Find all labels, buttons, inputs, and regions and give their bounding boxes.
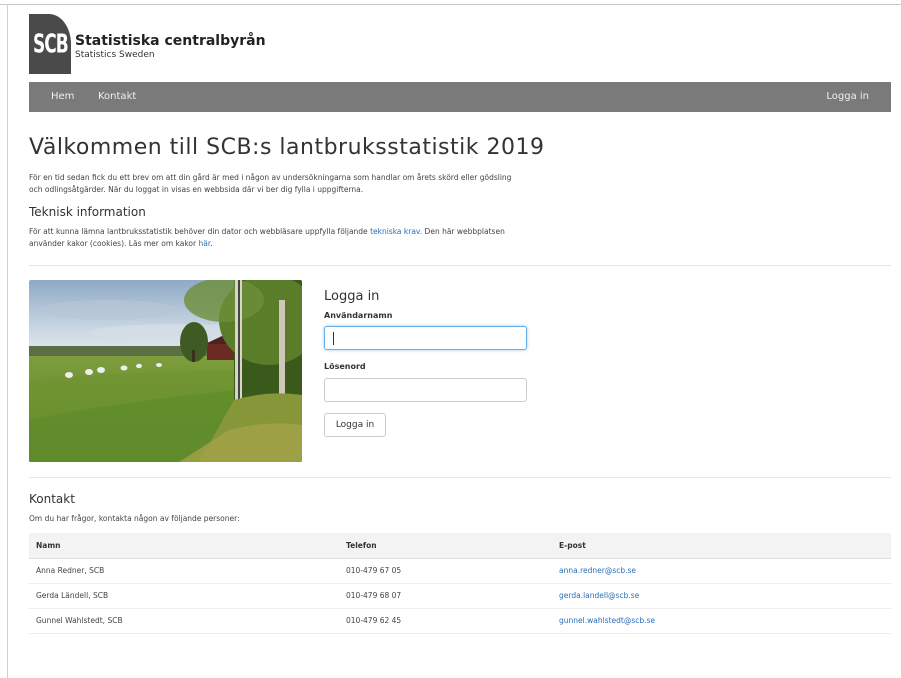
- contact-name: Gerda Ländell, SCB: [29, 583, 339, 609]
- logo-text: SCB: [33, 30, 69, 60]
- intro-line-1: För en tid sedan fick du ett brev om att…: [29, 173, 512, 182]
- password-label: Lösenord: [324, 362, 366, 371]
- table-row: Gunnel Wahlstedt, SCB 010-479 62 45 gunn…: [29, 608, 891, 634]
- cookies-link[interactable]: här: [198, 239, 210, 248]
- intro-line-2: och odlingsåtgärder. När du loggat in vi…: [29, 185, 364, 194]
- org-subtitle: Statistics Sweden: [75, 50, 155, 60]
- tech-text-b: . Den här webbplatsen: [419, 227, 505, 236]
- technical-requirements-link[interactable]: tekniska krav: [370, 227, 420, 236]
- contact-phone: 010-479 67 05: [339, 558, 552, 584]
- contact-email-link[interactable]: gerda.landell@scb.se: [559, 591, 639, 600]
- tech-text-d: .: [210, 239, 213, 248]
- contact-email-link[interactable]: gunnel.wahlstedt@scb.se: [559, 616, 655, 625]
- contact-name: Gunnel Wahlstedt, SCB: [29, 608, 339, 634]
- tech-info-heading: Teknisk information: [29, 205, 146, 219]
- contact-table: Namn Telefon E-post Anna Redner, SCB 010…: [29, 533, 891, 634]
- org-name: Statistiska centralbyrån: [75, 33, 266, 49]
- tech-info-text: För att kunna lämna lantbruksstatistik b…: [29, 226, 619, 250]
- nav-login[interactable]: Logga in: [826, 91, 869, 102]
- contact-phone: 010-479 62 45: [339, 608, 552, 634]
- window-top-border: [0, 0, 901, 5]
- nav-home[interactable]: Hem: [51, 91, 74, 102]
- table-row: Anna Redner, SCB 010-479 67 05 anna.redn…: [29, 558, 891, 584]
- farm-landscape-image: [29, 280, 302, 462]
- window-left-border: [7, 5, 8, 678]
- table-header-row: Namn Telefon E-post: [29, 533, 891, 559]
- navbar: Hem Kontakt Logga in: [29, 82, 891, 112]
- contact-name: Anna Redner, SCB: [29, 558, 339, 584]
- column-header-phone: Telefon: [339, 533, 552, 559]
- scb-logo[interactable]: SCB: [29, 14, 71, 74]
- nav-contact[interactable]: Kontakt: [98, 91, 136, 102]
- site-header: SCB Statistiska centralbyrån Statistics …: [29, 14, 329, 74]
- contact-phone: 010-479 68 07: [339, 583, 552, 609]
- password-input[interactable]: [324, 378, 527, 402]
- text-caret: [333, 332, 334, 345]
- page-title: Välkommen till SCB:s lantbruksstatistik …: [29, 135, 545, 160]
- column-header-email: E-post: [552, 533, 891, 559]
- contact-text: Om du har frågor, kontakta någon av följ…: [29, 514, 240, 523]
- tech-text-a: För att kunna lämna lantbruksstatistik b…: [29, 227, 371, 236]
- tech-text-c: använder kakor (cookies). Läs mer om kak…: [29, 239, 199, 248]
- login-heading: Logga in: [324, 289, 380, 304]
- divider: [29, 477, 891, 478]
- username-label: Användarnamn: [324, 311, 393, 320]
- contact-heading: Kontakt: [29, 492, 75, 506]
- column-header-name: Namn: [29, 533, 339, 559]
- intro-text: För en tid sedan fick du ett brev om att…: [29, 172, 619, 196]
- login-button[interactable]: Logga in: [324, 413, 386, 437]
- username-input[interactable]: [324, 326, 527, 350]
- divider: [29, 265, 891, 266]
- table-row: Gerda Ländell, SCB 010-479 68 07 gerda.l…: [29, 583, 891, 609]
- contact-email-link[interactable]: anna.redner@scb.se: [559, 566, 636, 575]
